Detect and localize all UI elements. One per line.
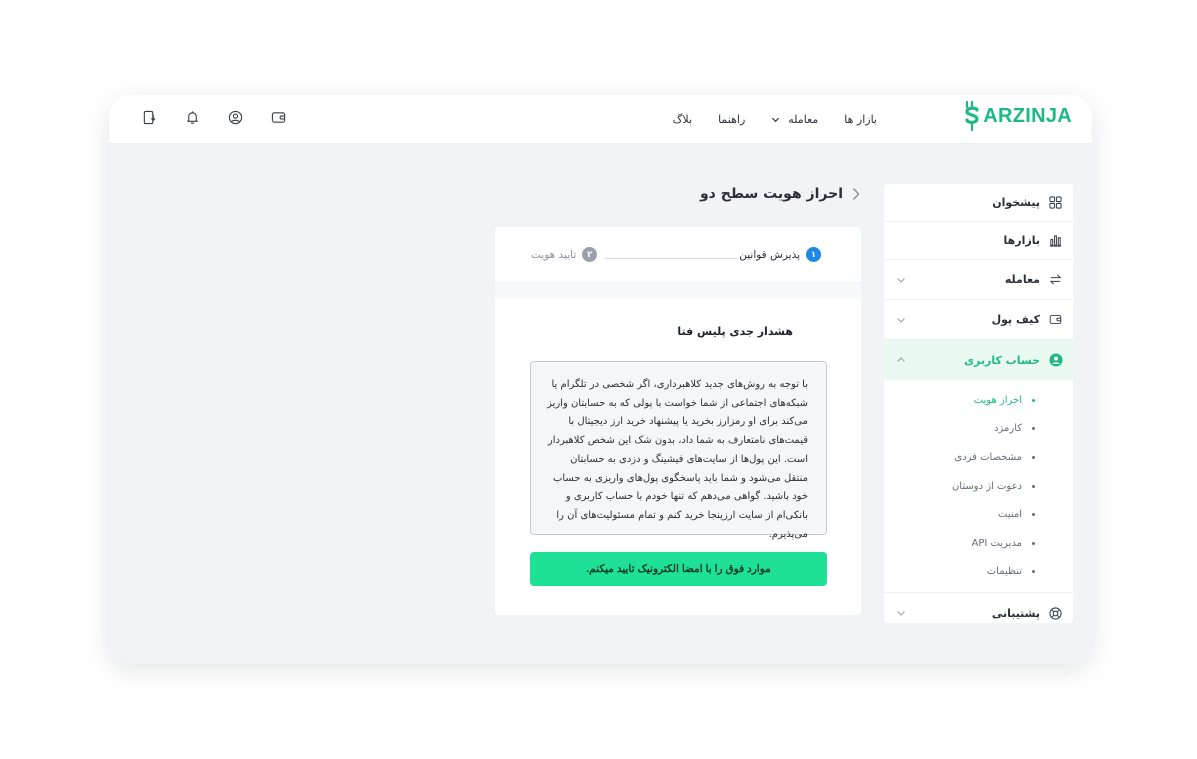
warning-title: هشدار جدی پلیس فتا <box>677 325 793 338</box>
sidebar-item-label: پیشخوان <box>992 196 1040 209</box>
step-identity-confirm: ۲ تایید هویت <box>531 247 598 262</box>
brand-name: ARZINJA <box>983 104 1072 127</box>
submenu-item-profile[interactable]: مشخصات فردی <box>884 443 1073 472</box>
verification-card: ۱ پذیرش قوانین ۲ تایید هویت هشدار جدی پل… <box>495 227 861 615</box>
step-connector <box>605 258 737 259</box>
header-icons <box>139 107 288 127</box>
sidebar-item-label: حساب کاربری <box>963 353 1040 367</box>
nav-trade[interactable]: معامله <box>771 113 818 126</box>
sidebar-item-account[interactable]: حساب کاربری <box>884 340 1073 380</box>
user-icon[interactable] <box>225 107 245 127</box>
bell-icon[interactable] <box>182 107 202 127</box>
logo-mark-icon <box>965 101 979 131</box>
nav-blog[interactable]: بلاگ <box>673 113 692 126</box>
top-bar: ARZINJA بازار ها معامله راهنما بلاگ <box>109 95 1092 144</box>
brand-logo[interactable]: ARZINJA <box>963 101 1072 131</box>
sidebar-item-label: معامله <box>1004 273 1040 286</box>
account-submenu: احراز هویت کارمزد مشخصات فردی دعوت از دو… <box>884 380 1073 594</box>
sidebar-item-support[interactable]: پشتیبانی <box>884 593 1073 623</box>
chevron-down-icon <box>897 317 905 323</box>
step-label: تایید هویت <box>531 248 577 261</box>
submenu-item-invite[interactable]: دعوت از دوستان <box>884 472 1073 501</box>
page-title: احراز هویت سطح دو <box>699 186 843 202</box>
chevron-down-icon <box>897 277 905 283</box>
submenu-item-security[interactable]: امنیت <box>884 500 1073 529</box>
submenu-item-api[interactable]: مدیریت API <box>884 529 1073 558</box>
step-label: پذیرش قوانین <box>739 248 800 261</box>
main-nav: بازار ها معامله راهنما بلاگ <box>647 95 877 144</box>
step-number: ۲ <box>582 247 598 262</box>
sidebar-item-markets[interactable]: بازارها <box>884 222 1073 260</box>
sidebar-item-label: بازارها <box>1003 234 1040 247</box>
confirm-signature-button[interactable]: موارد فوق را با امضا الکترونیک تایید میک… <box>530 552 827 586</box>
warning-text: با توجه به روش‌های جدید کلاهبرداری، اگر … <box>530 361 827 540</box>
chart-icon <box>1048 233 1063 248</box>
submenu-item-fees[interactable]: کارمزد <box>884 415 1073 444</box>
step-number: ۱ <box>806 247 821 262</box>
chevron-down-icon <box>772 117 780 123</box>
chevron-down-icon <box>897 611 905 616</box>
lifebuoy-icon <box>1048 606 1063 621</box>
wallet-icon[interactable] <box>268 107 288 127</box>
sidebar-item-wallet[interactable]: کیف پول <box>884 300 1073 340</box>
submenu-item-settings[interactable]: تنظیمات <box>884 558 1073 587</box>
sidebar: پیشخوان بازارها معامله کیف پول حساب کارب… <box>884 184 1073 623</box>
nav-guide[interactable]: راهنما <box>718 113 745 126</box>
user-circle-icon <box>1048 353 1063 368</box>
trade-icon <box>1048 272 1063 287</box>
sidebar-item-label: پشتیبانی <box>991 606 1040 620</box>
sidebar-item-trade[interactable]: معامله <box>884 260 1073 300</box>
download-icon[interactable] <box>139 107 159 127</box>
sidebar-item-dashboard[interactable]: پیشخوان <box>884 184 1073 222</box>
page-header: احراز هویت سطح دو <box>495 183 861 205</box>
dashboard-icon <box>1048 195 1063 210</box>
wallet-icon <box>1048 312 1063 327</box>
app-window: ARZINJA بازار ها معامله راهنما بلاگ پیشخ… <box>109 95 1092 664</box>
nav-markets[interactable]: بازار ها <box>844 113 877 126</box>
sidebar-item-label: کیف پول <box>991 313 1040 326</box>
submenu-item-verification[interactable]: احراز هویت <box>884 386 1073 415</box>
step-accept-terms: ۱ پذیرش قوانین <box>739 247 821 262</box>
back-chevron-icon[interactable] <box>851 187 861 201</box>
stepper: ۱ پذیرش قوانین ۲ تایید هویت <box>495 227 861 283</box>
chevron-up-icon <box>897 357 905 362</box>
divider-strip <box>495 283 861 299</box>
